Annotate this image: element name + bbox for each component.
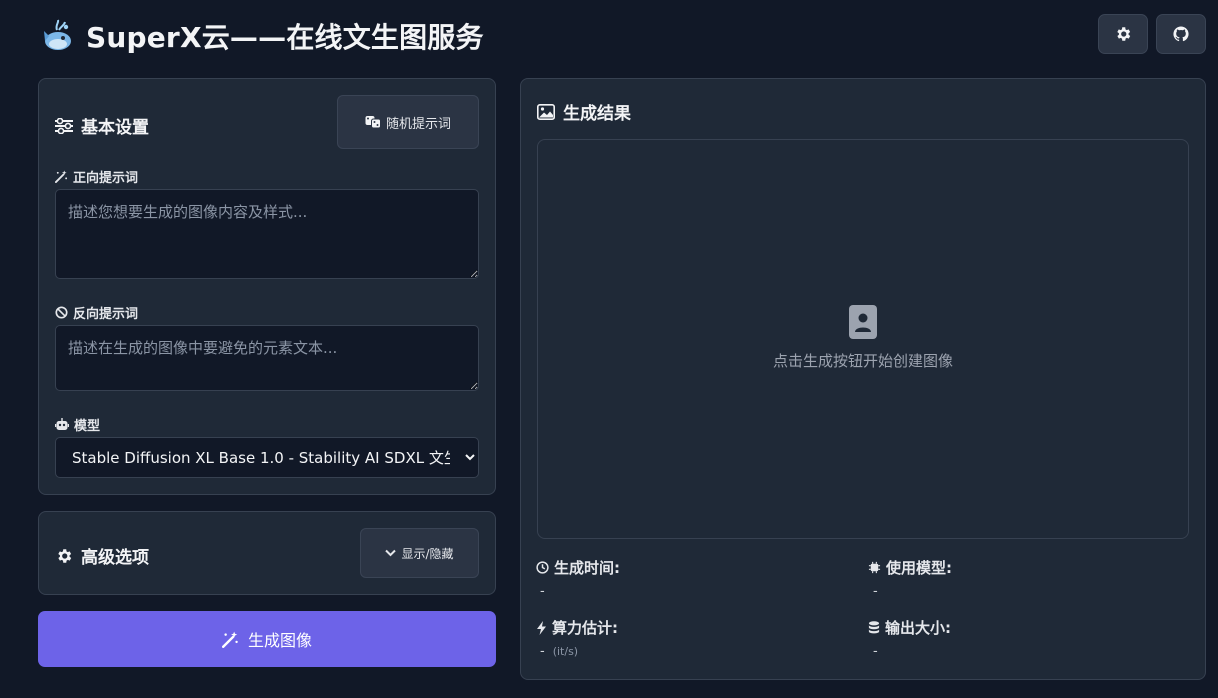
stat-size-label: 输出大小: <box>868 617 951 638</box>
stat-time-label: 生成时间: <box>536 557 620 578</box>
stat-model-value: - <box>873 584 878 599</box>
stat-size-value: - <box>873 644 878 659</box>
github-button[interactable] <box>1156 14 1206 54</box>
bolt-icon <box>537 620 546 635</box>
model-select[interactable]: Stable Diffusion XL Base 1.0 - Stability… <box>55 437 479 478</box>
page-title: SuperX云——在线文生图服务 <box>86 21 484 54</box>
negative-prompt-input[interactable] <box>55 325 479 391</box>
image-icon <box>537 103 555 120</box>
negative-prompt-label: 反向提示词 <box>55 303 138 322</box>
whale-logo-icon <box>44 19 71 50</box>
database-icon <box>868 621 880 634</box>
magic-wand-icon <box>55 170 68 183</box>
github-icon <box>1173 26 1189 42</box>
app-header: SuperX云——在线文生图服务 <box>40 14 484 58</box>
gear-icon <box>1117 27 1131 41</box>
advanced-options-panel: 高级选项 显示/隐藏 <box>38 511 496 595</box>
gear-icon <box>58 548 72 563</box>
sliders-icon <box>55 117 73 134</box>
stat-compute-unit: (it/s) <box>552 645 579 658</box>
basic-settings-panel: 基本设置 随机提示词 正向提示词 反向提示词 <box>38 78 496 495</box>
chip-icon <box>868 561 881 574</box>
ban-icon <box>55 306 68 319</box>
random-prompt-button[interactable]: 随机提示词 <box>337 95 479 149</box>
magic-wand-icon <box>221 631 238 648</box>
dice-icon <box>365 116 381 129</box>
advanced-options-title: 高级选项 <box>55 543 149 568</box>
stat-model-label: 使用模型: <box>868 557 952 578</box>
stat-time-value: - <box>540 584 545 599</box>
generate-image-button[interactable]: 生成图像 <box>38 611 496 667</box>
theme-toggle-button[interactable] <box>1098 14 1148 54</box>
positive-prompt-input[interactable] <box>55 189 479 279</box>
robot-icon <box>55 418 69 430</box>
positive-prompt-label: 正向提示词 <box>55 167 138 186</box>
stat-compute-value: - (it/s) <box>540 644 578 659</box>
placeholder-text: 点击生成按钮开始创建图像 <box>772 352 953 370</box>
advanced-toggle-button[interactable]: 显示/隐藏 <box>360 528 479 578</box>
result-placeholder: 点击生成按钮开始创建图像 <box>538 304 1188 371</box>
portrait-icon <box>849 305 877 339</box>
clock-icon <box>536 561 549 574</box>
stat-compute-label: 算力估计: <box>536 617 618 638</box>
stat-compute-number: - <box>540 644 545 659</box>
basic-settings-title: 基本设置 <box>55 113 149 138</box>
chevron-down-icon <box>385 549 397 557</box>
model-label: 模型 <box>55 415 100 434</box>
result-title: 生成结果 <box>537 99 631 124</box>
result-image-area: 点击生成按钮开始创建图像 <box>537 139 1189 539</box>
